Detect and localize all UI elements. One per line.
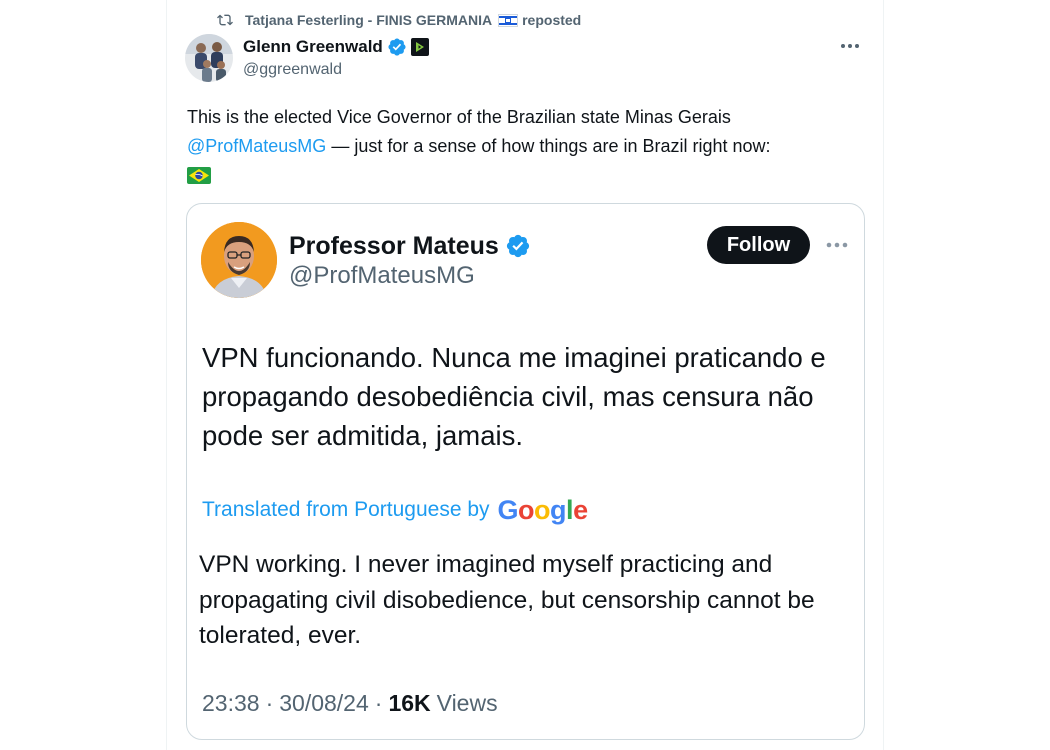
translated-label: Translated from Portuguese by — [202, 498, 490, 521]
more-options-button[interactable] — [839, 36, 861, 56]
more-icon — [826, 242, 848, 248]
repost-indicator[interactable]: Tatjana Festerling - FINIS GERMANIA repo… — [217, 10, 581, 30]
post-text-part1: This is the elected Vice Governor of the… — [187, 107, 731, 127]
embedded-handle: @ProfMateusMG — [289, 262, 475, 289]
embedded-original-text: VPN funcionando. Nunca me imaginei prati… — [202, 342, 826, 451]
verified-badge-icon — [388, 38, 406, 56]
author-avatar[interactable] — [185, 34, 233, 82]
brazil-flag-icon — [187, 167, 211, 184]
embedded-name: Professor Mateus — [289, 231, 499, 260]
post-text: This is the elected Vice Governor of the… — [187, 103, 867, 190]
reposter-name[interactable]: Tatjana Festerling - FINIS GERMANIA — [245, 12, 492, 28]
meta-separator: · — [265, 689, 274, 716]
embedded-time: 23:38 — [202, 689, 260, 716]
more-icon — [841, 44, 859, 48]
embedded-translated-text: VPN working. I never imagined myself pra… — [199, 551, 815, 649]
embedded-meta: 23:38 · 30/08/24 · 16K Views — [202, 688, 498, 718]
embedded-avatar — [201, 222, 277, 298]
timeline-column: Tatjana Festerling - FINIS GERMANIA repo… — [166, 0, 884, 750]
author-name[interactable]: Glenn Greenwald — [243, 37, 383, 57]
follow-button: Follow — [707, 226, 810, 264]
embedded-views-label: Views — [436, 689, 498, 716]
embedded-image[interactable]: Professor Mateus @ProfMateusMG Follow VP… — [186, 203, 865, 740]
author-handle[interactable]: @ggreenwald — [243, 61, 342, 79]
repost-icon — [217, 14, 233, 26]
rumble-badge-icon — [410, 38, 429, 56]
meta-separator: · — [374, 689, 383, 716]
mention-link[interactable]: @ProfMateusMG — [187, 136, 326, 156]
translation-attribution: Translated from Portuguese by Google — [202, 493, 588, 527]
post-text-part2: — just for a sense of how things are in … — [326, 136, 771, 156]
embedded-more-button — [823, 234, 851, 256]
author-name-row[interactable]: Glenn Greenwald — [243, 36, 429, 58]
embedded-name-row: Professor Mateus — [289, 230, 531, 262]
verified-badge-icon — [506, 234, 529, 258]
embedded-views-count: 16K — [388, 689, 431, 716]
israel-flag-icon — [498, 13, 519, 27]
repost-action: reposted — [522, 12, 582, 28]
google-logo: Google — [497, 494, 589, 525]
embedded-date: 30/08/24 — [279, 689, 369, 716]
